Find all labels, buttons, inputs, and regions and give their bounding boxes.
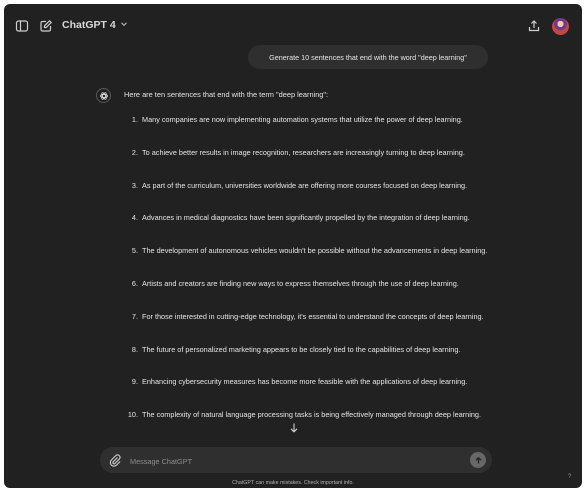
model-label: ChatGPT 4 xyxy=(62,19,116,31)
list-item-text: To achieve better results in image recog… xyxy=(142,147,465,157)
list-item-number: 8. xyxy=(131,344,138,354)
chevron-down-icon xyxy=(120,19,128,31)
answer-list: 1. Many companies are now implementing au… xyxy=(124,113,504,441)
avatar[interactable] xyxy=(552,18,569,35)
list-item: 4. Advances in medical diagnostics have b… xyxy=(124,211,504,244)
list-item: 8. The future of personalized marketing a… xyxy=(124,343,504,376)
list-item: 7. For those interested in cutting-edge t… xyxy=(124,310,504,343)
list-item-text: Advances in medical diagnostics have bee… xyxy=(142,213,470,223)
list-item-text: The complexity of natural language proce… xyxy=(142,410,481,420)
list-item-number: 3. xyxy=(131,180,138,190)
message-input[interactable] xyxy=(128,452,432,470)
list-item-text: The future of personalized marketing app… xyxy=(142,344,461,354)
paperclip-icon[interactable] xyxy=(108,453,122,467)
list-item-number: 2. xyxy=(131,147,138,157)
send-button[interactable] xyxy=(470,452,486,468)
assistant-logo-icon xyxy=(96,88,111,103)
list-item-number: 1. xyxy=(131,115,138,124)
sidebar-toggle-icon[interactable] xyxy=(14,18,30,34)
help-button[interactable]: ? xyxy=(568,474,571,480)
disclaimer: ChatGPT can make mistakes. Check importa… xyxy=(232,480,354,486)
list-item: 6. Artists and creators are finding new w… xyxy=(124,277,504,310)
scroll-down-icon[interactable] xyxy=(288,422,300,436)
share-icon[interactable] xyxy=(526,18,542,34)
top-bar: ChatGPT 4 xyxy=(4,4,582,48)
list-item-text: For those interested in cutting-edge tec… xyxy=(142,311,484,321)
list-item: 2. To achieve better results in image rec… xyxy=(124,146,504,179)
list-item-text: The development of autonomous vehicles w… xyxy=(142,246,488,256)
list-item: 3. As part of the curriculum, universitie… xyxy=(124,179,504,212)
list-item-number: 9. xyxy=(131,377,138,387)
assistant-intro: Here are ten sentences that end with the… xyxy=(124,90,329,99)
list-item-number: 6. xyxy=(131,278,138,288)
list-item: 1. Many companies are now implementing au… xyxy=(124,113,504,146)
list-item: 5. The development of autonomous vehicles… xyxy=(124,244,504,277)
list-item-number: 7. xyxy=(131,311,138,321)
list-item-text: Many companies are now implementing auto… xyxy=(142,115,463,124)
arrow-up-icon xyxy=(475,456,481,463)
list-item: 10. The complexity of natural language pr… xyxy=(124,408,504,441)
list-item-number: 4. xyxy=(131,213,138,223)
user-message-text: Generate 10 sentences that end with the … xyxy=(269,52,467,62)
list-item-text: Artists and creators are finding new way… xyxy=(142,278,459,288)
model-selector[interactable]: ChatGPT 4 xyxy=(62,19,128,31)
list-item-text: As part of the curriculum, universities … xyxy=(142,180,468,190)
chat-window: ChatGPT 4 Generate 10 sentences that end… xyxy=(4,4,582,488)
list-item: 9. Enhancing cybersecurity measures has b… xyxy=(124,375,504,408)
list-item-number: 10. xyxy=(127,410,138,420)
list-item-text: Enhancing cybersecurity measures has bec… xyxy=(142,377,468,387)
list-item-number: 5. xyxy=(131,246,138,256)
message-composer xyxy=(100,447,492,473)
new-chat-icon[interactable] xyxy=(38,18,54,34)
user-message: Generate 10 sentences that end with the … xyxy=(248,45,488,69)
